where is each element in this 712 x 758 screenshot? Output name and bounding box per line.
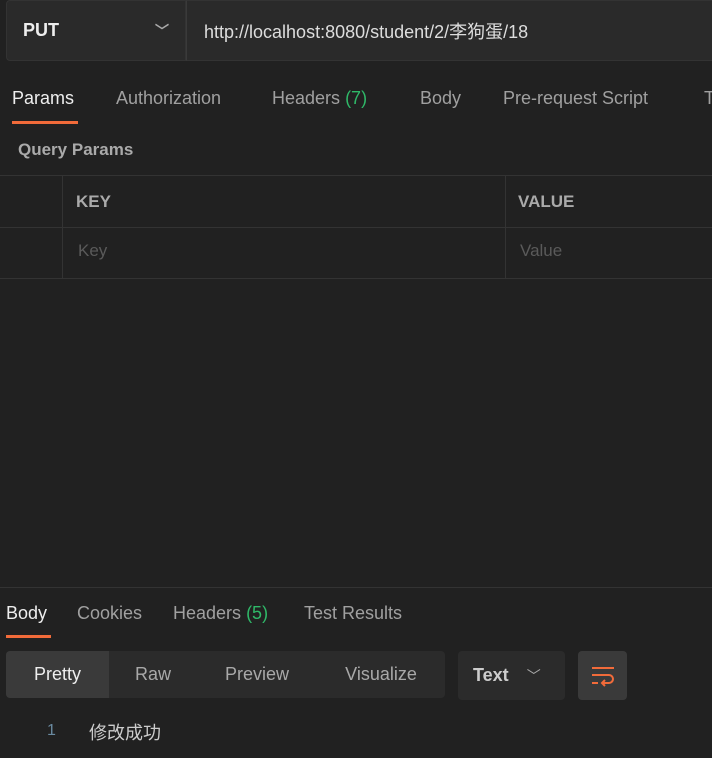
tab-label: Headers — [272, 88, 341, 108]
view-visualize-button[interactable]: Visualize — [317, 651, 445, 698]
response-tab-headers[interactable]: Headers (5) — [173, 603, 268, 624]
response-body-text: 修改成功 — [89, 723, 161, 743]
response-tab-cookies[interactable]: Cookies — [77, 603, 142, 624]
query-params-title: Query Params — [18, 140, 134, 159]
value-header: VALUE — [518, 192, 575, 211]
line-number: 1 — [47, 722, 56, 739]
headers-count: (7) — [345, 88, 368, 108]
chevron-down-icon: ﹀ — [526, 667, 541, 684]
tab-label: Headers — [173, 603, 242, 623]
tab-pre-request-script[interactable]: Pre-request Script — [503, 88, 648, 109]
view-pretty-button[interactable]: Pretty — [6, 651, 109, 698]
response-tab-body[interactable]: Body — [6, 603, 47, 624]
divider — [505, 175, 506, 278]
url-text: http://localhost:8080/student/2/李狗蛋/18 — [204, 21, 529, 42]
view-raw-button[interactable]: Raw — [109, 651, 197, 698]
divider — [0, 175, 712, 176]
key-input[interactable]: Key — [78, 241, 107, 261]
divider — [62, 175, 63, 278]
tab-headers[interactable]: Headers (7) — [272, 88, 367, 109]
format-label: Text — [473, 665, 509, 685]
divider — [0, 278, 712, 279]
tab-authorization[interactable]: Authorization — [116, 88, 221, 109]
headers-count: (5) — [246, 603, 269, 623]
response-tab-test-results[interactable]: Test Results — [304, 603, 402, 624]
tab-body[interactable]: Body — [420, 88, 461, 109]
method-select[interactable]: PUT ﹀ — [6, 0, 186, 61]
active-tab-indicator — [12, 121, 78, 124]
chevron-down-icon: ﹀ — [155, 23, 169, 39]
pane-divider[interactable] — [0, 587, 712, 588]
value-input[interactable]: Value — [520, 241, 562, 261]
wrap-icon — [591, 666, 614, 687]
tab-params[interactable]: Params — [12, 88, 74, 109]
wrap-lines-button[interactable] — [578, 651, 627, 700]
key-header: KEY — [76, 192, 111, 211]
view-mode-group: Pretty Raw Preview Visualize — [6, 651, 445, 698]
divider — [0, 227, 712, 228]
format-select[interactable]: Text ﹀ — [458, 651, 565, 700]
method-label: PUT — [23, 20, 59, 40]
view-preview-button[interactable]: Preview — [197, 651, 317, 698]
tab-tests[interactable]: T — [704, 88, 712, 109]
url-input[interactable]: http://localhost:8080/student/2/李狗蛋/18 — [186, 0, 712, 61]
active-response-tab-indicator — [6, 635, 51, 638]
